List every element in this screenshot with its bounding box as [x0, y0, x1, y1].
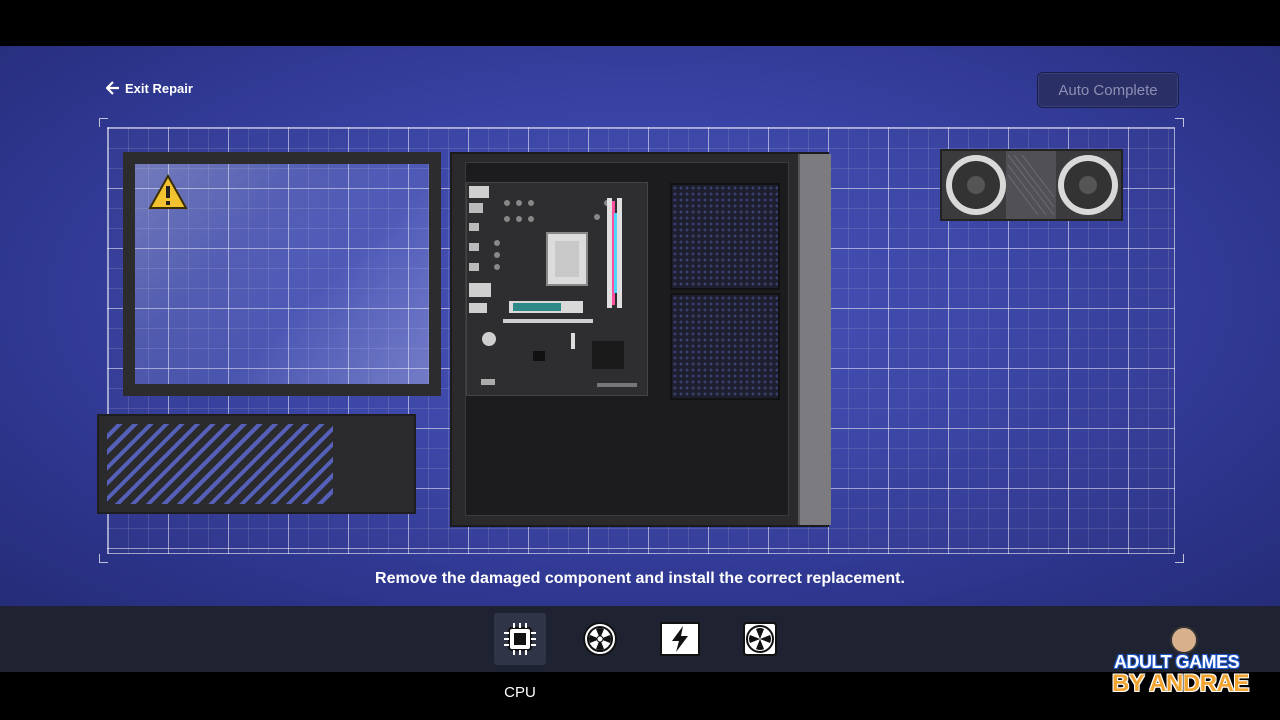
grid-corner	[99, 554, 108, 563]
grid-corner	[1175, 554, 1184, 563]
motherboard-layout	[467, 183, 647, 395]
component-toolbar	[0, 606, 1280, 672]
auto-complete-button[interactable]: Auto Complete	[1037, 72, 1179, 108]
active-tool-label: CPU	[504, 684, 536, 701]
gpu-shroud	[942, 151, 1121, 219]
watermark-logo: ADULT GAMES BY ANDRAE	[1112, 626, 1254, 698]
grid-corner	[99, 118, 108, 127]
tool-cpu-fan[interactable]	[574, 613, 626, 665]
avatar	[1170, 626, 1198, 654]
repair-stage: Exit Repair Auto Complete Remove the dam…	[0, 46, 1280, 606]
psu-shroud[interactable]	[97, 414, 416, 514]
letterbox-top	[0, 0, 1280, 46]
cpu-fan-icon	[583, 622, 617, 656]
instruction-text: Remove the damaged component and install…	[375, 570, 905, 587]
shroud-vent	[107, 424, 333, 504]
tool-case-fan[interactable]	[734, 613, 786, 665]
warning-icon	[148, 174, 188, 209]
front-mesh-bottom	[670, 293, 780, 400]
power-icon	[660, 622, 700, 656]
graphics-card[interactable]	[940, 149, 1123, 221]
tool-cpu[interactable]	[494, 613, 546, 665]
grid-corner	[1175, 118, 1184, 127]
exit-repair-label: Exit Repair	[125, 80, 193, 96]
exit-repair-button[interactable]: Exit Repair	[106, 78, 193, 98]
case-side-rail	[798, 154, 831, 525]
cpu-icon	[504, 623, 536, 655]
bottom-bar	[0, 672, 1280, 720]
tool-power-supply[interactable]	[654, 613, 706, 665]
arrow-left-icon	[106, 81, 119, 95]
watermark-line2: BY ANDRAE	[1112, 670, 1249, 697]
case-fan-icon	[743, 622, 777, 656]
motherboard[interactable]	[466, 182, 648, 396]
front-mesh-top	[670, 183, 780, 290]
